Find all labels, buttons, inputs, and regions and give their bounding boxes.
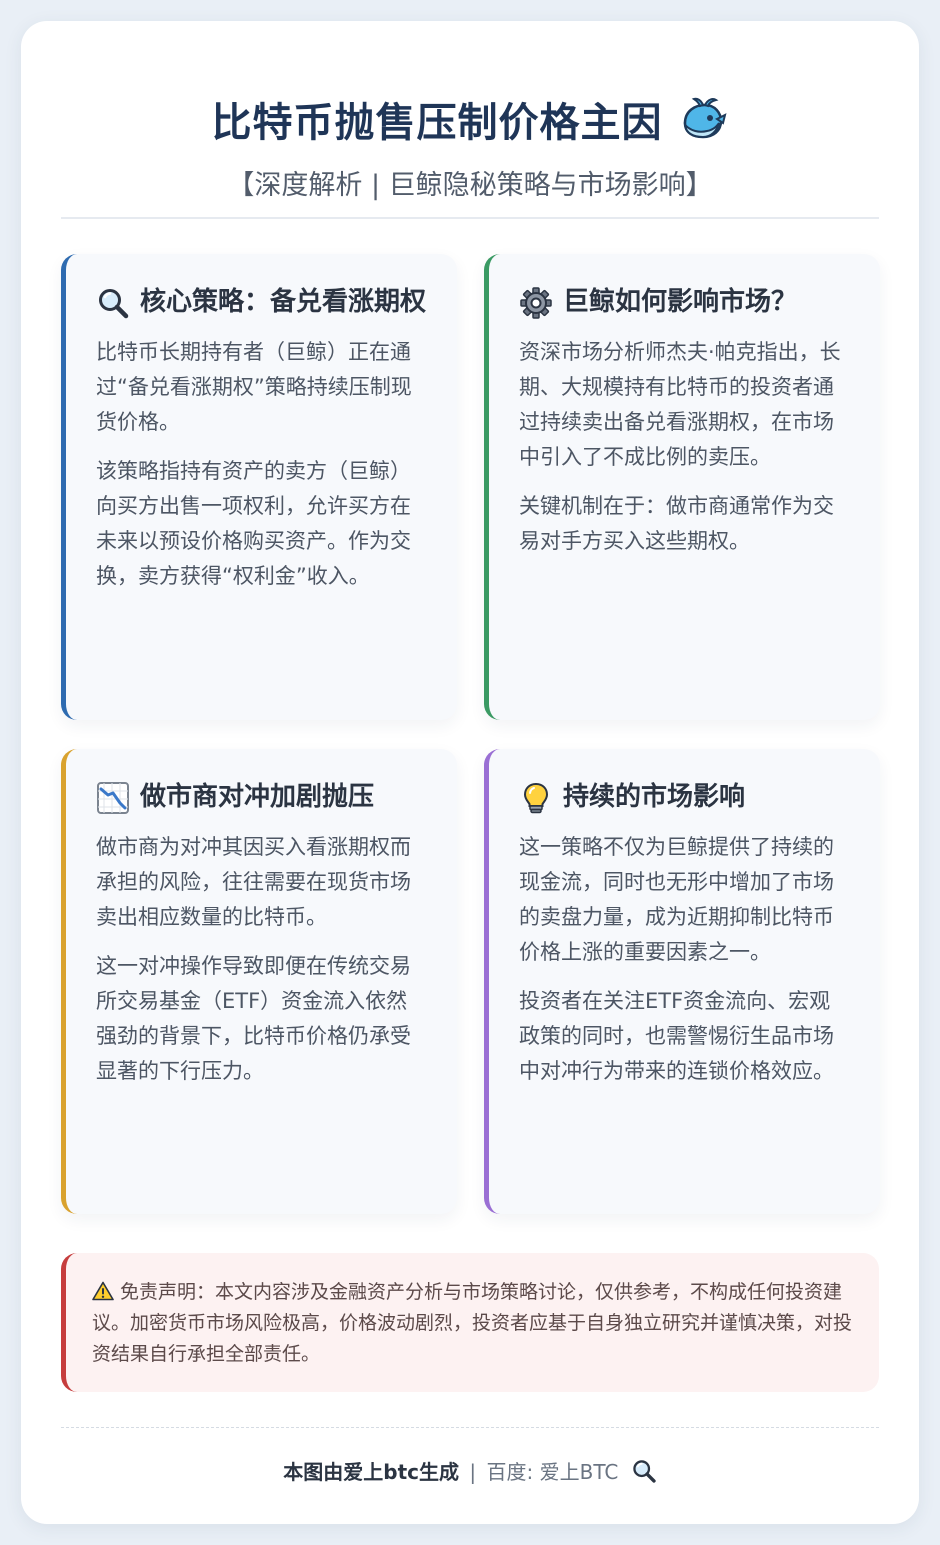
gear-icon [520,287,552,319]
footer-brand: 本图由爱上btc生成 [283,1460,460,1484]
header: 比特币抛售压制价格主因 【深度解析 | 巨鲸隐秘策略与市场影响】 [61,91,879,219]
card-title-text: 核心策略：备兑看涨期权 [140,287,427,317]
footer-separator: | [469,1460,477,1484]
card-title-text: 巨鲸如何影响市场？ [563,287,798,317]
page-subtitle: 【深度解析 | 巨鲸隐秘策略与市场影响】 [227,170,713,201]
card-title-text: 做市商对冲加剧抛压 [140,782,375,812]
card-paragraph: 资深市场分析师杰夫·帕克指出，长期、大规模持有比特币的投资者通过持续卖出备兑看涨… [519,340,841,469]
card-paragraph: 这一策略不仅为巨鲸提供了持续的现金流，同时也无形中增加了市场的卖盘力量，成为近期… [519,835,834,964]
card-market-maker-hedging: 做市商对冲加剧抛压 做市商为对冲其因买入看涨期权而承担的风险，往往需要在现货市场… [61,749,457,1214]
card-title-text: 持续的市场影响 [563,782,746,812]
whale-icon [683,97,726,139]
card-title: 核心策略：备兑看涨期权 [96,284,427,321]
card-paragraph: 做市商为对冲其因买入看涨期权而承担的风险，往往需要在现货市场卖出相应数量的比特币… [96,835,411,929]
disclaimer-box: 免责声明：本文内容涉及金融资产分析与市场策略讨论，仅供参考，不构成任何投资建议。… [61,1253,879,1392]
card-paragraph: 该策略指持有资产的卖方（巨鲸）向买方出售一项权利，允许买方在未来以预设价格购买资… [96,459,411,588]
footer-search-text: 百度: 爱上BTC [486,1460,619,1484]
chart-down-icon [97,782,129,814]
footer: 本图由爱上btc生成 | 百度: 爱上BTC [61,1427,879,1497]
magnifier-icon [632,1460,656,1483]
title-row: 比特币抛售压制价格主因 [61,91,879,147]
card-core-strategy: 核心策略：备兑看涨期权 比特币长期持有者（巨鲸）正在通过“备兑看涨期权”策略持续… [61,254,457,720]
warning-icon [92,1281,114,1301]
page-container: 比特币抛售压制价格主因 【深度解析 | 巨鲸隐秘策略与市场影响】 核心策略：备兑… [21,21,919,1524]
card-paragraph: 这一对冲操作导致即便在传统交易所交易基金（ETF）资金流入依然强劲的背景下，比特… [96,954,411,1083]
card-whale-influence: 巨鲸如何影响市场？ 资深市场分析师杰夫·帕克指出，长期、大规模持有比特币的投资者… [484,254,880,720]
magnifier-icon [99,289,129,319]
card-title: 巨鲸如何影响市场？ [519,284,850,321]
card-paragraph: 关键机制在于：做市商通常作为交易对手方买入这些期权。 [519,494,834,553]
card-lasting-impact: 持续的市场影响 这一策略不仅为巨鲸提供了持续的现金流，同时也无形中增加了市场的卖… [484,749,880,1214]
card-paragraph: 投资者在关注ETF资金流向、宏观政策的同时，也需警惕衍生品市场中对冲行为带来的连… [519,989,834,1083]
card-paragraph: 比特币长期持有者（巨鲸）正在通过“备兑看涨期权”策略持续压制现货价格。 [96,340,412,434]
card-title: 做市商对冲加剧抛压 [96,779,427,816]
lightbulb-icon [523,782,549,814]
disclaimer-text: 免责声明：本文内容涉及金融资产分析与市场策略讨论，仅供参考，不构成任何投资建议。… [92,1281,853,1365]
card-title: 持续的市场影响 [519,779,850,816]
page-title: 比特币抛售压制价格主因 [211,100,663,146]
